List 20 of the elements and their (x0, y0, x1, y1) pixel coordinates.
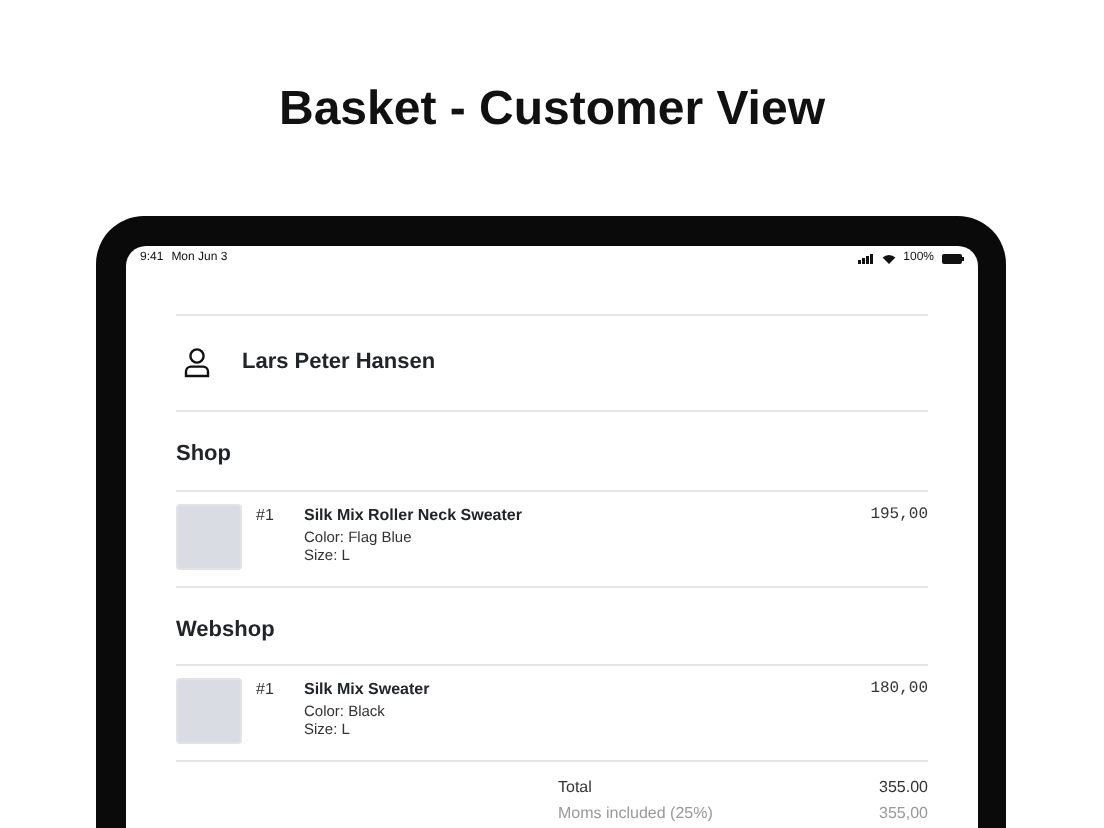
item-number: #1 (254, 503, 276, 527)
product-name: Silk Mix Roller Neck Sweater (304, 503, 524, 527)
photo-placeholder (176, 503, 242, 569)
signal-icon (857, 254, 874, 264)
tax-amount: 355,00 (879, 802, 928, 826)
product-name: Silk Mix Sweater (304, 678, 432, 702)
photo-placeholder (176, 678, 242, 744)
page-title: Basket - Customer View (277, 80, 827, 140)
section-heading: Shop (176, 440, 233, 470)
section-heading: Webshop (176, 615, 277, 645)
item-price: 195,00 (870, 503, 928, 527)
customer-name: Lars Peter Hansen (242, 348, 436, 379)
wifi-icon (881, 254, 896, 264)
tax-label: Moms included (25%) (558, 802, 713, 826)
battery-icon (942, 254, 964, 264)
total-amount: 355.00 (879, 776, 928, 800)
item-price: 180,00 (870, 678, 928, 702)
total-label: Total (558, 776, 592, 800)
item-number: #1 (254, 678, 276, 702)
person-icon (184, 348, 210, 378)
